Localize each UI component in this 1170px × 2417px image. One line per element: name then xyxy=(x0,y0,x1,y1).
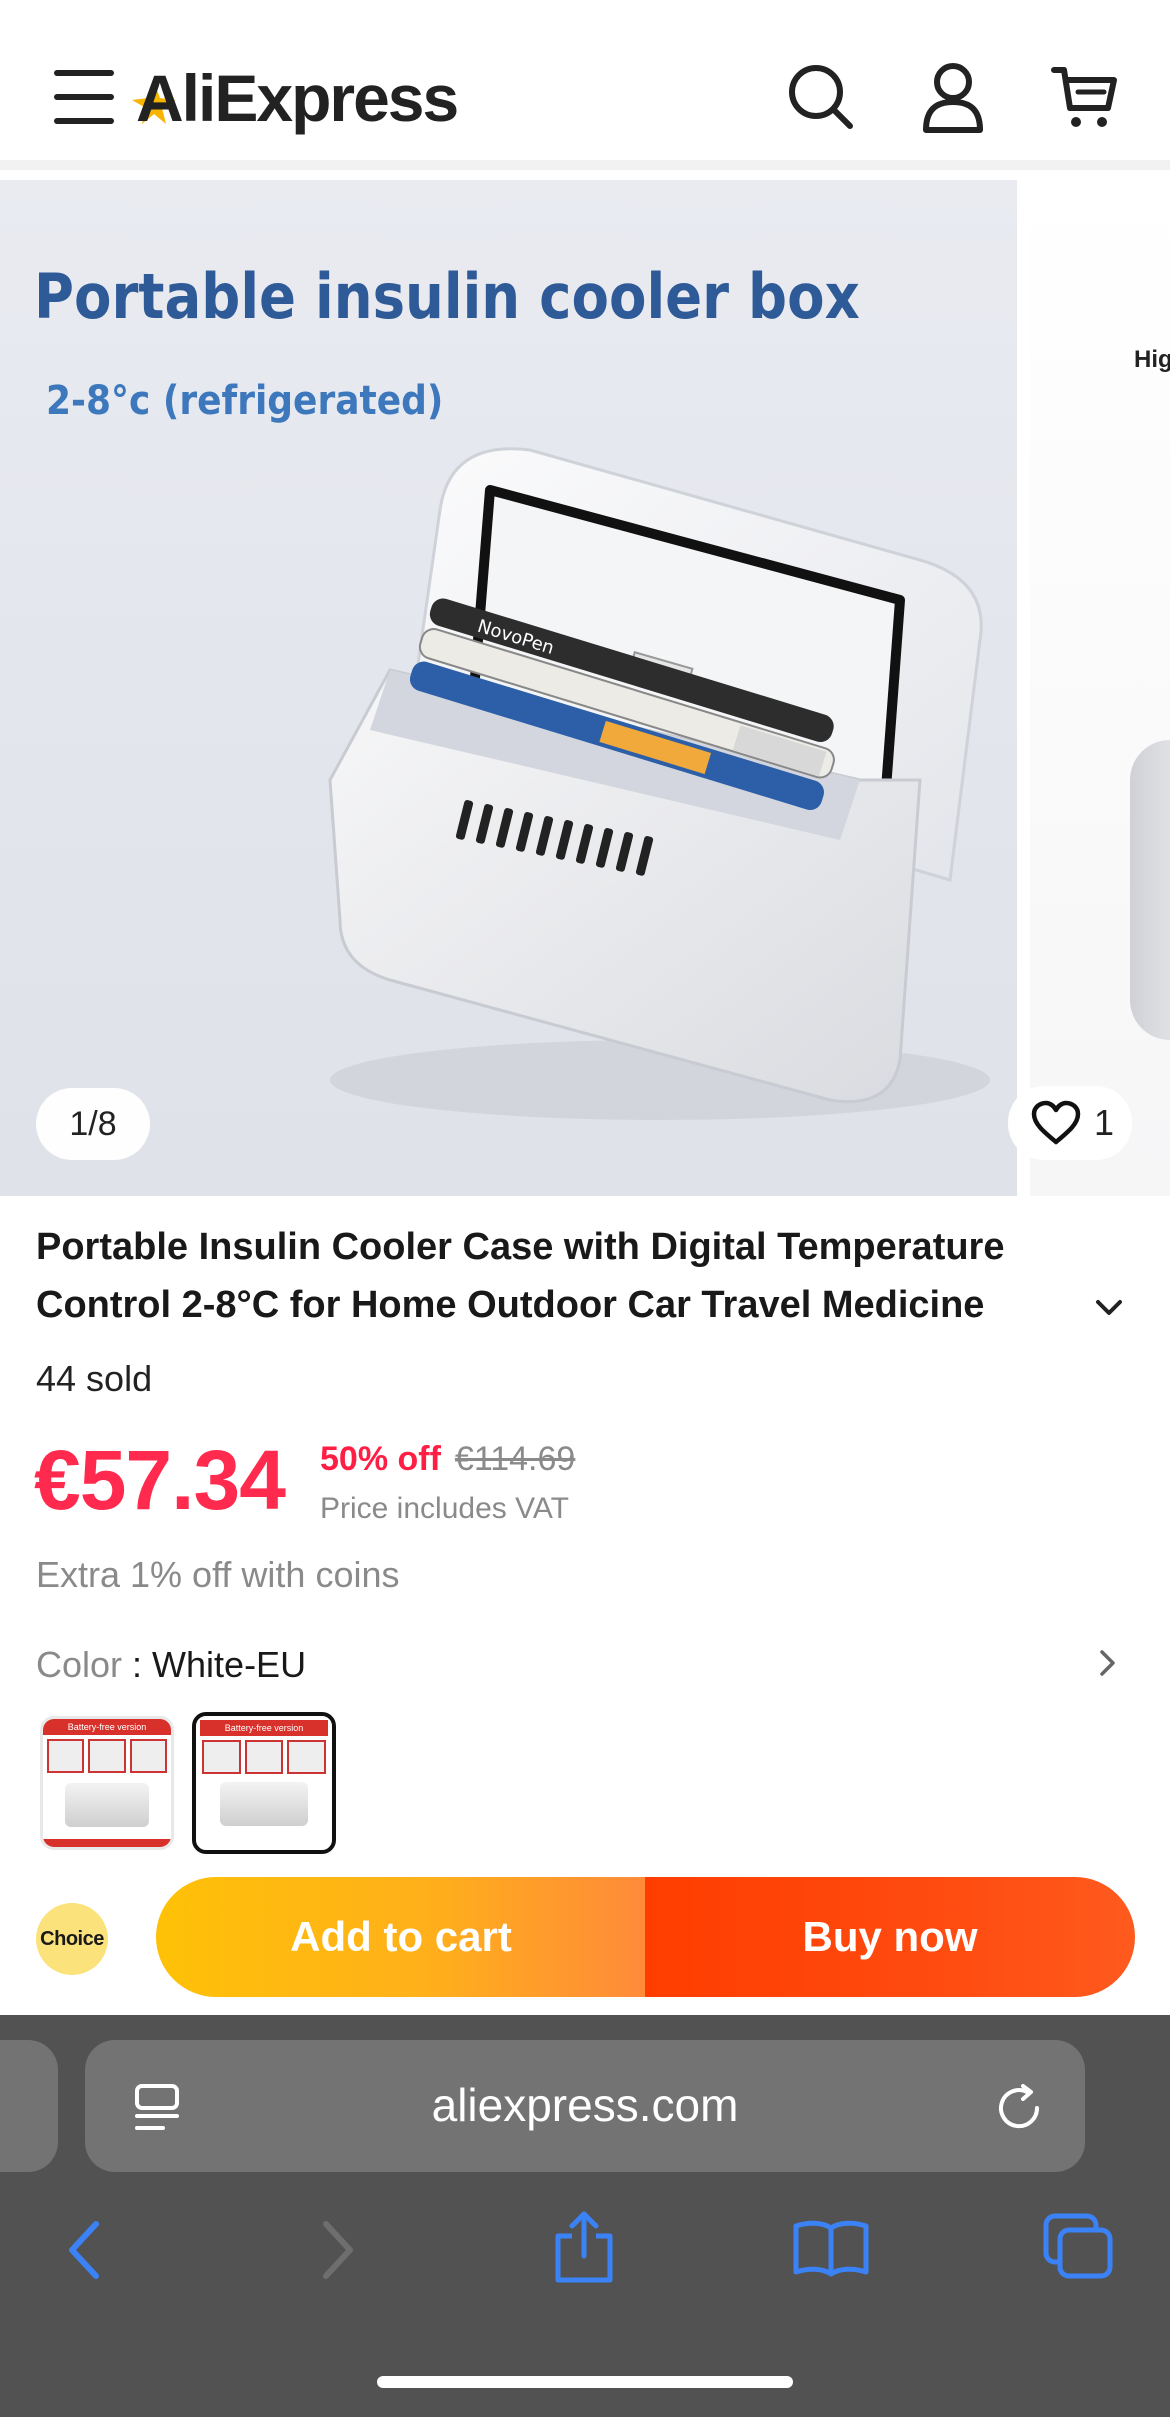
current-price: €57.34 xyxy=(34,1433,286,1527)
vat-note: Price includes VAT xyxy=(320,1492,569,1525)
discount-percent: 50% off xyxy=(320,1440,441,1478)
color-selector[interactable]: Color : White-EU xyxy=(36,1644,1126,1694)
color-value: White-EU xyxy=(152,1644,307,1685)
discount-row: 50% off €114.69 xyxy=(320,1440,575,1479)
cooler-box-image: NovoPen xyxy=(328,447,990,1120)
heart-icon xyxy=(1031,1100,1081,1145)
previous-tab-peek[interactable] xyxy=(0,2040,58,2172)
original-price: €114.69 xyxy=(454,1440,576,1478)
color-separator: : xyxy=(122,1644,153,1685)
logo-text: AliExpress xyxy=(136,61,459,135)
chevron-down-icon[interactable] xyxy=(1094,1298,1124,1318)
chevron-right-icon xyxy=(1100,1650,1115,1676)
add-to-cart-button[interactable]: Add to cart xyxy=(156,1877,646,1997)
reload-icon[interactable] xyxy=(993,2082,1045,2134)
swatch-product xyxy=(65,1783,149,1827)
choice-badge: Choice xyxy=(36,1903,108,1975)
swatch-banner: Battery-free version xyxy=(43,1719,171,1735)
next-image-slide[interactable]: High xyxy=(1030,180,1170,1196)
cart-icon[interactable] xyxy=(1050,64,1120,132)
sold-count: 44 sold xyxy=(36,1358,153,1399)
color-label: Color xyxy=(36,1644,123,1685)
swatch-banner: Battery-free version xyxy=(200,1720,328,1736)
forward-icon[interactable] xyxy=(318,2218,358,2282)
swatch-product xyxy=(220,1782,308,1826)
swatch-image xyxy=(196,1740,332,1774)
wishlist-button[interactable]: 1 xyxy=(1008,1086,1132,1160)
home-indicator[interactable] xyxy=(377,2376,793,2388)
back-icon[interactable] xyxy=(64,2218,104,2282)
next-slide-product xyxy=(1130,740,1170,1040)
address-bar[interactable]: aliexpress.com xyxy=(85,2040,1085,2172)
product-title-line-1: Portable Insulin Cooler Case with Digita… xyxy=(36,1226,1005,1268)
site-header: AliExpress xyxy=(0,0,1170,170)
image-counter: 1/8 xyxy=(36,1088,150,1160)
wishlist-count: 1 xyxy=(1094,1102,1115,1143)
coins-note: Extra 1% off with coins xyxy=(36,1554,400,1595)
account-icon[interactable] xyxy=(920,62,986,134)
tabs-icon[interactable] xyxy=(1042,2212,1114,2280)
search-icon[interactable] xyxy=(786,62,856,132)
product-title-line-2: Control 2-8°C for Home Outdoor Car Trave… xyxy=(36,1284,985,1326)
aliexpress-logo[interactable]: AliExpress xyxy=(130,58,470,138)
color-swatch-option[interactable]: Battery-free version xyxy=(40,1716,174,1850)
next-slide-text: High xyxy=(1134,346,1170,373)
share-icon[interactable] xyxy=(552,2208,616,2284)
buy-now-button[interactable]: Buy now xyxy=(645,1877,1135,1997)
product-title[interactable]: Portable Insulin Cooler Case with Digita… xyxy=(36,1218,1096,1334)
choice-badge-text: Choice xyxy=(40,1927,104,1950)
swatch-image xyxy=(43,1735,171,1777)
product-image-slide[interactable]: Portable insulin cooler box 2-8°c (refri… xyxy=(0,180,1017,1196)
bookmarks-icon[interactable] xyxy=(792,2218,870,2278)
product-image-gallery[interactable]: Portable insulin cooler box 2-8°c (refri… xyxy=(0,180,1170,1196)
url-text[interactable]: aliexpress.com xyxy=(85,2078,1085,2132)
slide-heading: Portable insulin cooler box xyxy=(34,260,860,333)
color-swatch-option-selected[interactable]: Battery-free version xyxy=(192,1712,336,1854)
slide-subheading: 2-8°c (refrigerated) xyxy=(46,378,444,424)
menu-icon[interactable] xyxy=(54,70,114,124)
